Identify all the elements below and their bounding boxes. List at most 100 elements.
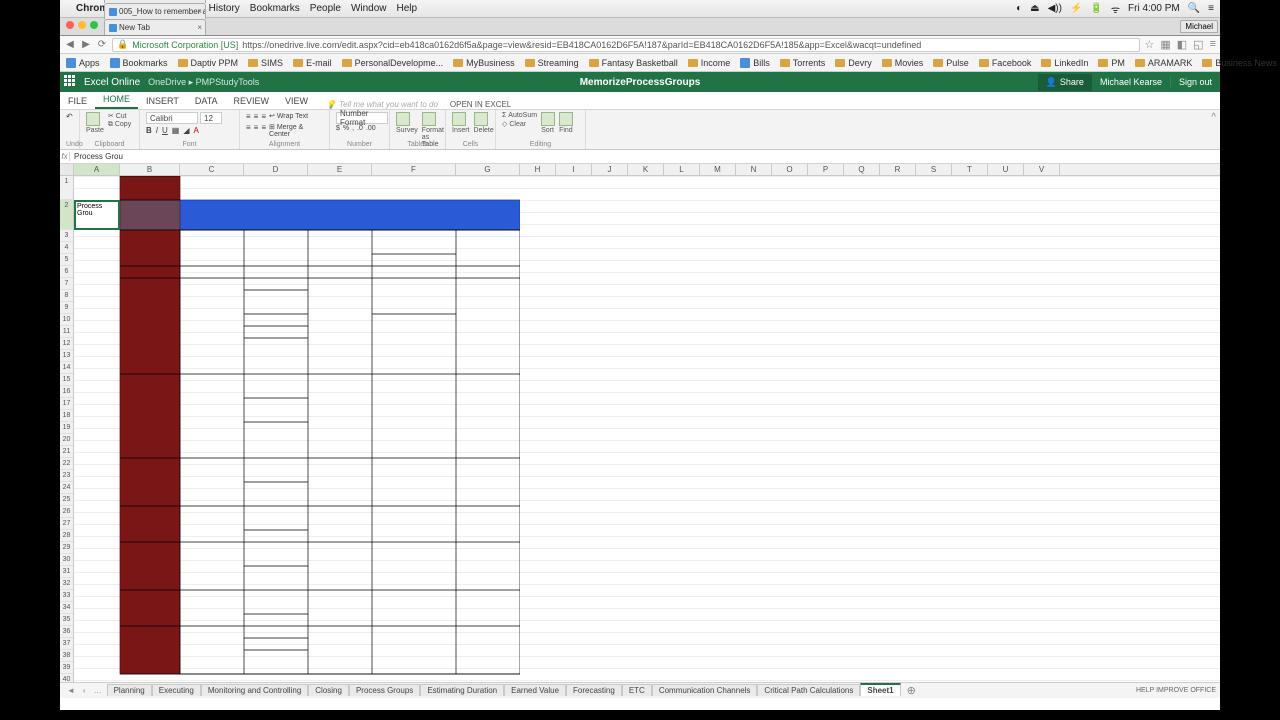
row-header[interactable]: 27	[60, 518, 73, 530]
bookmark-item[interactable]: Devry	[835, 58, 872, 68]
sheet-tab[interactable]: Estimating Duration	[420, 684, 504, 696]
row-header[interactable]: 25	[60, 494, 73, 506]
menu-window[interactable]: Window	[351, 3, 387, 14]
row-header[interactable]: 14	[60, 362, 73, 374]
address-bar[interactable]: 🔒 Microsoft Corporation [US] https://one…	[112, 38, 1140, 52]
select-all-triangle[interactable]	[60, 164, 74, 175]
align-top[interactable]: ≡	[246, 112, 251, 121]
row-header[interactable]: 15	[60, 374, 73, 386]
tab-data[interactable]: DATA	[187, 93, 226, 109]
close-tab-icon[interactable]: ×	[197, 7, 202, 16]
bookmark-item[interactable]: PM	[1098, 58, 1125, 68]
bookmark-item[interactable]: Business News	[1202, 58, 1277, 68]
row-header[interactable]: 38	[60, 650, 73, 662]
bookmark-item[interactable]: Apps	[66, 58, 100, 68]
column-header[interactable]: M	[700, 164, 736, 175]
browser-tab[interactable]: 005_How to remember all...×	[104, 3, 206, 19]
column-header[interactable]: U	[988, 164, 1024, 175]
row-header[interactable]: 17	[60, 398, 73, 410]
sheet-tab[interactable]: Closing	[308, 684, 349, 696]
column-header[interactable]: H	[520, 164, 556, 175]
status-icon[interactable]: ⚡	[1070, 3, 1082, 14]
row-header[interactable]: 21	[60, 446, 73, 458]
spreadsheet-grid[interactable]: 1234567891011121314151617181920212223242…	[60, 176, 1220, 682]
row-header[interactable]: 36	[60, 626, 73, 638]
tab-file[interactable]: FILE	[60, 93, 95, 109]
bookmark-item[interactable]: Income	[688, 58, 731, 68]
align-mid[interactable]: ≡	[254, 112, 259, 121]
clock[interactable]: Fri 4:00 PM	[1128, 3, 1180, 14]
active-cell[interactable]: Process Grou	[74, 200, 120, 230]
column-header[interactable]: B	[120, 164, 180, 175]
formula-bar-value[interactable]: Process Grou	[70, 152, 123, 161]
bookmark-item[interactable]: Bookmarks	[110, 58, 168, 68]
column-header[interactable]: E	[308, 164, 372, 175]
sort-button[interactable]: Sort	[541, 112, 555, 134]
row-header[interactable]: 3	[60, 230, 73, 242]
percent-button[interactable]: %	[343, 125, 349, 132]
open-in-excel[interactable]: OPEN IN EXCEL	[450, 100, 511, 109]
table-region[interactable]	[74, 176, 520, 682]
row-header[interactable]: 6	[60, 266, 73, 278]
row-header[interactable]: 12	[60, 338, 73, 350]
bookmark-item[interactable]: Streaming	[525, 58, 579, 68]
sheet-tab[interactable]: Process Groups	[349, 684, 420, 696]
menu-people[interactable]: People	[310, 3, 341, 14]
tab-home[interactable]: HOME	[95, 91, 138, 109]
row-header[interactable]: 10	[60, 314, 73, 326]
delete-cells-button[interactable]: Delete	[474, 112, 494, 134]
bookmark-item[interactable]: Torrents	[780, 58, 826, 68]
align-right[interactable]: ≡	[261, 123, 266, 138]
bookmark-item[interactable]: Bills	[740, 58, 770, 68]
row-headers[interactable]: 1234567891011121314151617181920212223242…	[60, 176, 74, 682]
extension-icon[interactable]: ◱	[1193, 38, 1203, 51]
column-header[interactable]: G	[456, 164, 520, 175]
menu-history[interactable]: History	[209, 3, 240, 14]
row-header[interactable]: 32	[60, 578, 73, 590]
sheet-tab[interactable]: Sheet1	[860, 683, 900, 696]
column-header[interactable]: O	[772, 164, 808, 175]
menu-help[interactable]: Help	[397, 3, 418, 14]
row-header[interactable]: 5	[60, 254, 73, 266]
sheet-tab[interactable]: Forecasting	[566, 684, 622, 696]
italic-button[interactable]: I	[156, 126, 158, 135]
column-header[interactable]: R	[880, 164, 916, 175]
row-header[interactable]: 2	[60, 200, 73, 230]
row-header[interactable]: 37	[60, 638, 73, 650]
column-header[interactable]: V	[1024, 164, 1060, 175]
row-header[interactable]: 35	[60, 614, 73, 626]
bookmark-item[interactable]: LinkedIn	[1041, 58, 1088, 68]
close-window[interactable]	[66, 21, 74, 29]
bold-button[interactable]: B	[146, 126, 152, 135]
bookmark-item[interactable]: Movies	[882, 58, 924, 68]
bookmark-item[interactable]: MyBusiness	[453, 58, 515, 68]
sheet-nav-prev[interactable]: ‹	[80, 686, 89, 695]
dec-decimal[interactable]: .00	[366, 125, 376, 132]
cut-button[interactable]: ✂ Cut	[108, 112, 131, 120]
back-button[interactable]: ◀	[64, 39, 76, 50]
column-header[interactable]: A	[74, 164, 120, 175]
formula-bar[interactable]: fx Process Grou	[60, 150, 1220, 164]
traffic-lights[interactable]	[64, 21, 104, 33]
column-header[interactable]: D	[244, 164, 308, 175]
inc-decimal[interactable]: .0	[357, 125, 363, 132]
column-header[interactable]: T	[952, 164, 988, 175]
bookmark-item[interactable]: Daptiv PPM	[178, 58, 239, 68]
breadcrumb[interactable]: OneDrive ▸ PMPStudyTools	[148, 77, 259, 88]
column-header[interactable]: Q	[844, 164, 880, 175]
row-header[interactable]: 1	[60, 176, 73, 200]
status-icon[interactable]: ⏏	[1030, 3, 1039, 14]
bookmark-item[interactable]: Pulse	[933, 58, 969, 68]
bookmark-item[interactable]: Facebook	[979, 58, 1032, 68]
underline-button[interactable]: U	[162, 126, 168, 135]
column-header[interactable]: K	[628, 164, 664, 175]
add-sheet-button[interactable]: ⊕	[903, 684, 920, 697]
row-header[interactable]: 13	[60, 350, 73, 362]
row-header[interactable]: 29	[60, 542, 73, 554]
sheet-tab[interactable]: Communication Channels	[652, 684, 758, 696]
column-header[interactable]: N	[736, 164, 772, 175]
font-size-select[interactable]: 12	[200, 112, 222, 124]
fill-color-button[interactable]: ◢	[183, 126, 189, 135]
tab-insert[interactable]: INSERT	[138, 93, 187, 109]
status-icon[interactable]: ◐	[1016, 3, 1022, 14]
